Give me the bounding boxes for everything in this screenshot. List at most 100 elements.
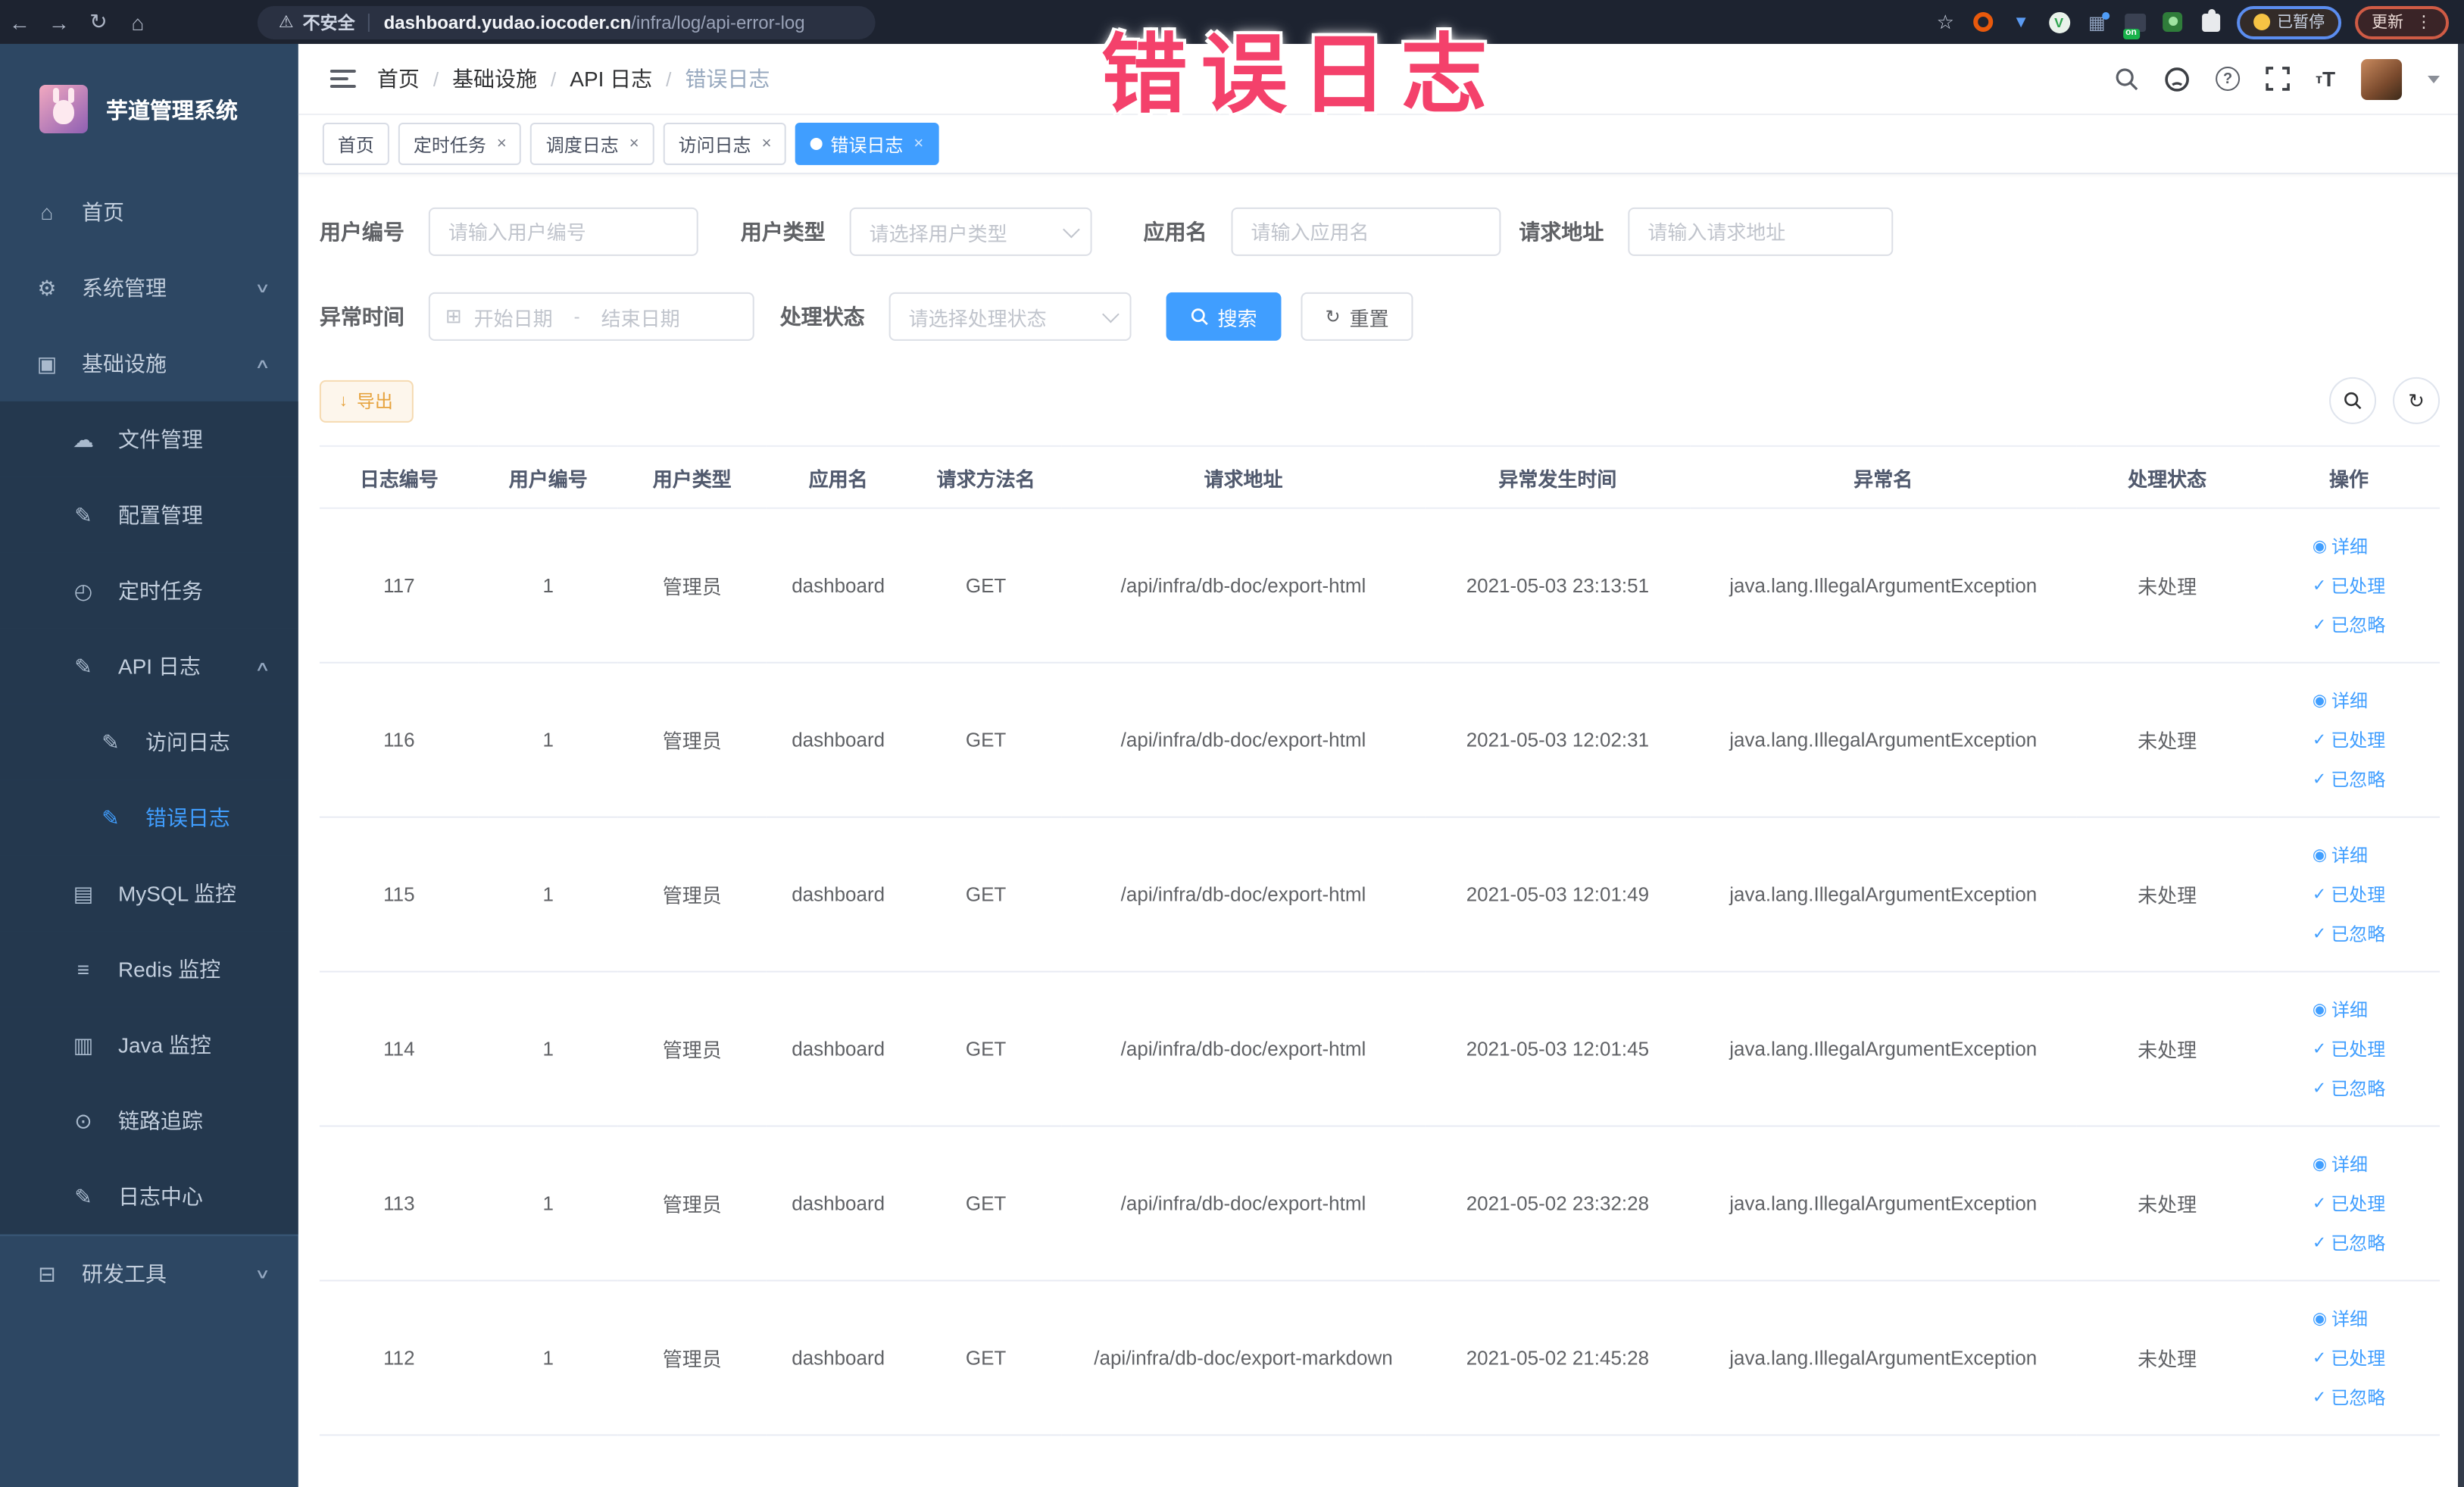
search-icon[interactable] [2114,67,2138,91]
cell-method: GET [910,508,1062,664]
detail-link[interactable]: ◉ 详细 [2313,1305,2368,1331]
page-tag-0[interactable]: 首页 [322,122,389,165]
hide-search-button[interactable] [2329,376,2377,424]
detail-link[interactable]: ◉ 详细 [2313,688,2368,714]
mark-processed-link[interactable]: ✓ 已处理 [2313,1036,2385,1062]
paused-badge[interactable]: 已暂停 [2236,5,2342,39]
toolbox-icon: ⊟ [38,1261,56,1286]
app-title: 芋道管理系统 [105,98,238,123]
chevron-down-icon[interactable] [2428,74,2441,83]
sidebar-item-api-log[interactable]: ✎ API 日志 ∧ [0,628,298,704]
sidebar-item-access-log[interactable]: ✎ 访问日志 [0,704,298,780]
cell-user-type: 管理员 [617,1126,767,1282]
forward-icon[interactable]: → [39,10,79,34]
github-icon[interactable] [2164,66,2190,92]
user-id-input[interactable] [428,207,698,256]
sidebar-item-log-center[interactable]: ✎ 日志中心 [0,1158,298,1235]
exception-time-label: 异常时间 [319,304,404,329]
page-tag-2[interactable]: 调度日志 × [530,122,654,165]
sidebar-item-redis[interactable]: ≡ Redis 监控 [0,931,298,1007]
sidebar-item-trace[interactable]: ⊙ 链路追踪 [0,1082,298,1159]
request-url-input[interactable] [1628,207,1894,256]
table-row: 112 1 管理员 dashboard GET /api/infra/db-do… [319,1280,2441,1436]
page-tag-1[interactable]: 定时任务 × [398,122,522,165]
cell-status: 未处理 [2076,1126,2259,1282]
mark-ignored-link[interactable]: ✓ 已忽略 [2313,767,2385,792]
page-tag-4[interactable]: 错误日志 × [795,122,939,165]
extensions-puzzle-icon[interactable] [2198,8,2222,34]
back-icon[interactable]: ← [0,10,39,34]
mark-ignored-link[interactable]: ✓ 已忽略 [2313,921,2385,947]
sidebar-item-home[interactable]: ⌂ 首页 [0,174,298,250]
exception-time-range-picker[interactable]: ⊞ 开始日期 - 结束日期 [428,292,754,341]
mark-processed-link[interactable]: ✓ 已处理 [2313,1345,2385,1370]
home-icon[interactable]: ⌂ [118,10,158,34]
process-status-label: 处理状态 [779,304,865,329]
table-row: 113 1 管理员 dashboard GET /api/infra/db-do… [319,1126,2441,1282]
sidebar-collapse-icon[interactable] [329,69,356,88]
close-icon[interactable]: × [629,135,639,153]
detail-link[interactable]: ◉ 详细 [2313,997,2368,1023]
sidebar-item-mysql[interactable]: ▤ MySQL 监控 [0,855,298,932]
sidebar-item-job[interactable]: ◴ 定时任务 [0,552,298,629]
fullscreen-icon[interactable] [2266,67,2290,91]
mark-processed-link[interactable]: ✓ 已处理 [2313,1191,2385,1217]
mark-processed-link[interactable]: ✓ 已处理 [2313,573,2385,598]
check-icon: ✓ [2312,1349,2327,1368]
close-icon[interactable]: × [762,135,772,153]
close-icon[interactable]: × [913,135,923,153]
eye-icon: ◉ [2312,1001,2328,1020]
app-name-input[interactable] [1231,207,1501,256]
kebab-menu-icon[interactable]: ⋮ [2416,12,2432,32]
extension-green-icon[interactable]: V [2047,10,2071,34]
update-button[interactable]: 更新 ⋮ [2355,5,2450,39]
mark-ignored-link[interactable]: ✓ 已忽略 [2313,1384,2385,1410]
detail-link[interactable]: ◉ 详细 [2313,1151,2368,1177]
extension-sprout-icon[interactable] [2160,10,2184,34]
refresh-button[interactable]: ↻ [2393,376,2441,424]
monitor-icon: ▣ [36,350,58,375]
mark-processed-link[interactable]: ✓ 已处理 [2313,727,2385,753]
reset-button[interactable]: ↻ 重置 [1301,292,1413,341]
mark-processed-link[interactable]: ✓ 已处理 [2313,882,2385,908]
sidebar-item-label: MySQL 监控 [117,881,237,906]
page-tag-3[interactable]: 访问日志 × [663,122,787,165]
document-edit-icon: ✎ [101,804,120,829]
sidebar-item-error-log[interactable]: ✎ 错误日志 [0,779,298,856]
page-scrollbar[interactable] [2458,43,2464,1487]
mark-ignored-link[interactable]: ✓ 已忽略 [2313,1230,2385,1256]
document-edit-icon: ✎ [101,729,120,754]
process-status-select[interactable]: 请选择处理状态 [888,292,1132,341]
user-type-select[interactable]: 请选择用户类型 [849,207,1092,256]
user-avatar[interactable] [2361,58,2403,99]
sidebar-item-file[interactable]: ☁ 文件管理 [0,401,298,477]
breadcrumb-current: 错误日志 [685,66,770,91]
sidebar-item-dev-tools[interactable]: ⊟ 研发工具 ∨ [0,1234,298,1312]
mark-ignored-link[interactable]: ✓ 已忽略 [2313,1076,2385,1101]
extension-shield-icon[interactable]: ▼ [2009,10,2033,34]
address-bar[interactable]: ⚠ 不安全 dashboard.yudao.iocoder.cn/infra/l… [257,5,876,39]
chevron-up-icon: ∧ [255,355,271,370]
reload-icon[interactable]: ↻ [79,9,118,35]
sidebar-item-java[interactable]: ▥ Java 监控 [0,1007,298,1083]
help-icon[interactable]: ? [2216,66,2241,91]
bookmark-star-icon[interactable]: ☆ [1933,10,1957,34]
extension-grid-icon[interactable]: ▦ [2085,10,2110,34]
font-size-icon[interactable]: тT [2316,67,2335,91]
cell-exception-time: 2021-05-03 12:02:31 [1425,662,1691,818]
breadcrumb-home[interactable]: 首页 [377,64,420,94]
check-icon: ✓ [2312,925,2327,944]
detail-link[interactable]: ◉ 详细 [2313,533,2368,559]
export-button[interactable]: ↓ 导出 [319,379,413,422]
search-button[interactable]: 搜索 [1166,292,1282,341]
sidebar-item-system[interactable]: ⚙ 系统管理 ∨ [0,250,298,326]
detail-link[interactable]: ◉ 详细 [2313,842,2368,868]
close-icon[interactable]: × [497,135,507,153]
mark-ignored-link[interactable]: ✓ 已忽略 [2313,612,2385,638]
extension-dark-icon[interactable]: on [2122,10,2147,39]
cell-exception-time: 2021-05-02 23:32:28 [1425,1126,1691,1282]
sidebar-item-config[interactable]: ✎ 配置管理 [0,476,298,553]
sidebar-item-infra[interactable]: ▣ 基础设施 ∧ [0,326,298,401]
cell-method: GET [910,1280,1062,1436]
extension-orange-icon[interactable] [1971,10,1995,34]
